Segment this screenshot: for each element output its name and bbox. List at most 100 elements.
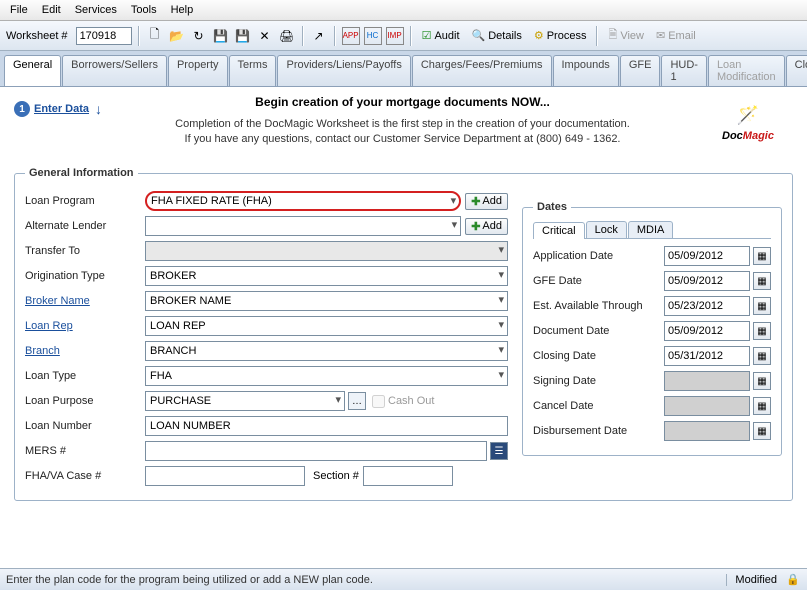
loan-number-input[interactable] (145, 416, 508, 436)
calendar-icon[interactable]: ▦ (753, 322, 771, 340)
tab-property[interactable]: Property (168, 55, 228, 86)
loan-purpose-detail-button[interactable]: … (348, 392, 366, 410)
fha-case-input[interactable] (145, 466, 305, 486)
audit-button[interactable]: ☑Audit (418, 28, 464, 43)
plus-icon: ✚ (471, 195, 480, 208)
imp-icon[interactable]: IMP (386, 27, 404, 45)
details-button[interactable]: 🔍Details (468, 28, 526, 43)
worksheet-input[interactable] (76, 27, 132, 45)
page-title: Begin creation of your mortgage document… (110, 95, 695, 109)
enter-data-link[interactable]: 1 Enter Data ↓ (14, 101, 102, 117)
hc-icon[interactable]: HC (364, 27, 382, 45)
branch-combo[interactable]: BRANCH (145, 341, 508, 361)
date-value[interactable]: 05/09/2012 (664, 271, 750, 291)
new-icon[interactable]: 🗋 (146, 27, 164, 45)
loan-rep-link[interactable]: Loan Rep (25, 320, 145, 332)
broker-name-combo[interactable]: BROKER NAME (145, 291, 508, 311)
refresh-icon[interactable]: ↻ (190, 27, 208, 45)
tab-gfe[interactable]: GFE (620, 55, 661, 86)
export-icon[interactable]: ↗ (310, 27, 328, 45)
calendar-icon[interactable]: ▦ (753, 297, 771, 315)
general-information-legend: General Information (25, 167, 138, 179)
cash-out-checkbox: Cash Out (372, 395, 434, 408)
loan-type-combo[interactable]: FHA (145, 366, 508, 386)
view-button[interactable]: 🗎View (604, 25, 648, 46)
date-label: Cancel Date (533, 400, 664, 412)
menu-tools[interactable]: Tools (125, 2, 163, 18)
date-value (664, 421, 750, 441)
tab-closing[interactable]: Closing (786, 55, 807, 86)
tab-critical[interactable]: Critical (533, 222, 585, 239)
menu-file[interactable]: File (4, 2, 34, 18)
date-value[interactable]: 05/23/2012 (664, 296, 750, 316)
origination-type-label: Origination Type (25, 270, 145, 282)
step-1-badge: 1 (14, 101, 30, 117)
tab-borrowers-sellers[interactable]: Borrowers/Sellers (62, 55, 167, 86)
date-row: Signing Date▦ (533, 370, 771, 392)
worksheet-label: Worksheet # (6, 30, 68, 42)
email-button[interactable]: ✉Email (652, 28, 700, 43)
page-subtitle-2: If you have any questions, contact our C… (110, 132, 695, 147)
fha-case-label: FHA/VA Case # (25, 470, 145, 482)
tab-terms[interactable]: Terms (229, 55, 277, 86)
tab-charges-fees-premiums[interactable]: Charges/Fees/Premiums (412, 55, 552, 86)
loan-rep-combo[interactable]: LOAN REP (145, 316, 508, 336)
tab-hud-1[interactable]: HUD-1 (661, 55, 707, 86)
date-label: Document Date (533, 325, 664, 337)
docmagic-logo: 🪄 DocMagic (703, 95, 793, 153)
mers-input[interactable] (145, 441, 487, 461)
menu-services[interactable]: Services (69, 2, 123, 18)
date-label: GFE Date (533, 275, 664, 287)
menu-edit[interactable]: Edit (36, 2, 67, 18)
menu-help[interactable]: Help (165, 2, 200, 18)
separator (596, 26, 598, 46)
magnify-icon: 🔍 (472, 29, 486, 42)
mers-lookup-button[interactable]: ☰ (490, 442, 508, 460)
alternate-lender-add-button[interactable]: ✚Add (465, 218, 508, 235)
calendar-icon[interactable]: ▦ (753, 422, 771, 440)
save-icon[interactable]: 💾 (212, 27, 230, 45)
calendar-icon[interactable]: ▦ (753, 397, 771, 415)
alternate-lender-combo[interactable] (145, 216, 461, 236)
calendar-icon[interactable]: ▦ (753, 372, 771, 390)
save-as-icon[interactable]: 💾 (234, 27, 252, 45)
date-label: Closing Date (533, 350, 664, 362)
loan-purpose-combo[interactable]: PURCHASE (145, 391, 345, 411)
dates-legend: Dates (533, 201, 571, 213)
broker-name-link[interactable]: Broker Name (25, 295, 145, 307)
delete-icon[interactable]: ✕ (256, 27, 274, 45)
date-value[interactable]: 05/09/2012 (664, 246, 750, 266)
plus-icon: ✚ (471, 220, 480, 233)
status-message: Enter the plan code for the program bein… (6, 574, 726, 586)
tab-mdia[interactable]: MDIA (628, 221, 674, 238)
open-icon[interactable]: 📂 (168, 27, 186, 45)
origination-type-combo[interactable]: BROKER (145, 266, 508, 286)
calendar-icon[interactable]: ▦ (753, 247, 771, 265)
loan-type-label: Loan Type (25, 370, 145, 382)
tab-general[interactable]: General (4, 55, 61, 86)
date-value[interactable]: 05/09/2012 (664, 321, 750, 341)
date-value (664, 371, 750, 391)
alternate-lender-label: Alternate Lender (25, 220, 145, 232)
menu-bar: File Edit Services Tools Help (0, 0, 807, 21)
date-row: Closing Date05/31/2012▦ (533, 345, 771, 367)
date-value[interactable]: 05/31/2012 (664, 346, 750, 366)
tab-lock[interactable]: Lock (586, 221, 627, 238)
tab-providers-liens-payoffs[interactable]: Providers/Liens/Payoffs (277, 55, 410, 86)
branch-link[interactable]: Branch (25, 345, 145, 357)
date-row: Est. Available Through05/23/2012▦ (533, 295, 771, 317)
app-icon[interactable]: APP (342, 27, 360, 45)
cash-out-check (372, 395, 385, 408)
section-input[interactable] (363, 466, 453, 486)
loan-program-add-button[interactable]: ✚Add (465, 193, 508, 210)
calendar-icon[interactable]: ▦ (753, 347, 771, 365)
separator (410, 26, 412, 46)
calendar-icon[interactable]: ▦ (753, 272, 771, 290)
date-row: Cancel Date ▦ (533, 395, 771, 417)
date-value (664, 396, 750, 416)
loan-program-combo[interactable]: FHA FIXED RATE (FHA) (145, 191, 461, 211)
process-button[interactable]: ⚙Process (530, 28, 591, 43)
tab-impounds[interactable]: Impounds (553, 55, 619, 86)
arrow-down-icon: ↓ (95, 101, 102, 117)
print-icon[interactable]: 🖨 (278, 27, 296, 45)
